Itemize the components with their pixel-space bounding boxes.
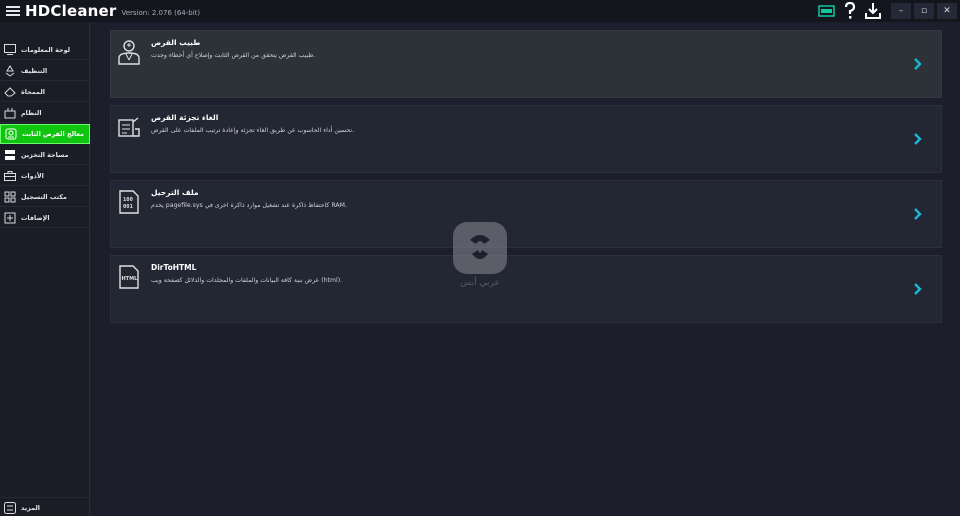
sidebar-item-eraser[interactable]: الممحاة	[0, 82, 90, 102]
download-icon[interactable]	[863, 2, 883, 20]
storage-icon	[4, 149, 16, 161]
card-defrag[interactable]: الغاء تجزئة القرص تحسين أداء الحاسوب عن …	[110, 105, 942, 173]
disk-doctor-icon	[117, 39, 141, 65]
sidebar-item-label: الأدوات	[21, 171, 44, 180]
sidebar-item-tools[interactable]: الأدوات	[0, 166, 90, 186]
svg-text:001: 001	[123, 204, 134, 210]
chevron-right-icon[interactable]	[913, 282, 923, 296]
sidebar-item-addons[interactable]: الإضافات	[0, 208, 90, 228]
sidebar-item-label: مساحة التخزين	[21, 150, 69, 159]
card-description: تحسين أداء الحاسوب عن طريق الغاء تجزئة و…	[151, 127, 355, 134]
card-description: يخدم pagefile.sys كاحتفاظ ذاكرة عند تشغي…	[151, 202, 347, 209]
sidebar-item-hard-disk[interactable]: معالج القرص الثابت	[0, 124, 90, 144]
card-title: DirToHTML	[151, 263, 197, 272]
sidebar-item-more[interactable]: المزيد	[0, 497, 90, 516]
sidebar-item-storage[interactable]: مساحة التخزين	[0, 145, 90, 165]
sidebar-item-system[interactable]: النظام	[0, 103, 90, 123]
chevron-right-icon[interactable]	[913, 207, 923, 221]
sidebar-item-registry[interactable]: مكتب التسجيل	[0, 187, 90, 207]
sidebar-item-label: الممحاة	[21, 87, 45, 96]
registry-icon	[4, 191, 16, 203]
defrag-icon	[117, 114, 141, 140]
help-icon[interactable]	[840, 2, 860, 20]
card-description: عرض بنية كافة البيانات والملفات والمجلدا…	[151, 277, 343, 284]
close-button[interactable]: ✕	[937, 3, 957, 19]
dashboard-icon	[4, 44, 16, 56]
toolbox-icon	[4, 170, 16, 182]
addons-icon	[4, 212, 16, 224]
watermark-logo: عربي أبس	[448, 220, 512, 292]
eraser-icon	[4, 86, 16, 98]
system-icon	[4, 107, 16, 119]
title-bar: HDCleaner Version: 2.076 (64-bit) – ▫ ✕	[0, 0, 960, 22]
sidebar-item-label: النظام	[21, 108, 42, 117]
sidebar-item-label: التنظيف	[21, 66, 48, 75]
sidebar-item-label: لوحة المعلومات	[21, 45, 70, 54]
card-title: الغاء تجزئة القرص	[151, 113, 219, 122]
menu-icon[interactable]	[6, 6, 20, 16]
svg-text:100: 100	[123, 197, 133, 203]
card-dirtohtml[interactable]: HTML DirToHTML عرض بنية كافة البيانات وا…	[110, 255, 942, 323]
card-description: طبيب القرص يتحقق من القرص الثابت وإصلاح …	[151, 52, 316, 59]
sidebar: لوحة المعلومات التنظيف الممحاة النظام مع…	[0, 22, 90, 516]
app-title: HDCleaner	[25, 2, 117, 20]
app-version: Version: 2.076 (64-bit)	[121, 8, 201, 17]
html-file-icon: HTML	[117, 264, 141, 290]
minimize-button[interactable]: –	[891, 3, 911, 19]
sliders-icon	[4, 501, 16, 514]
restore-button[interactable]: ▫	[914, 3, 934, 19]
disk-doctor-icon	[5, 128, 17, 140]
watermark-text: عربي أبس	[460, 278, 500, 288]
sidebar-item-label: معالج القرص الثابت	[22, 130, 84, 138]
card-title: ملف الترحيل	[151, 188, 199, 197]
battery-icon[interactable]	[817, 2, 837, 20]
sidebar-item-label: مكتب التسجيل	[21, 192, 67, 201]
sidebar-more-label: المزيد	[21, 503, 40, 512]
sidebar-item-label: الإضافات	[21, 213, 50, 222]
binary-file-icon: 100 001	[117, 189, 141, 215]
sidebar-item-dashboard[interactable]: لوحة المعلومات	[0, 40, 90, 60]
chevron-right-icon[interactable]	[913, 132, 923, 146]
sidebar-item-cleaning[interactable]: التنظيف	[0, 61, 90, 81]
main-content: طبيب القرص طبيب القرص يتحقق من القرص الث…	[96, 22, 960, 516]
chevron-right-icon[interactable]	[913, 57, 923, 71]
recycle-icon	[4, 64, 16, 77]
svg-text:HTML: HTML	[122, 276, 139, 282]
card-title: طبيب القرص	[151, 38, 201, 47]
card-disk-doctor[interactable]: طبيب القرص طبيب القرص يتحقق من القرص الث…	[110, 30, 942, 98]
card-pagefile[interactable]: 100 001 ملف الترحيل يخدم pagefile.sys كاح…	[110, 180, 942, 248]
